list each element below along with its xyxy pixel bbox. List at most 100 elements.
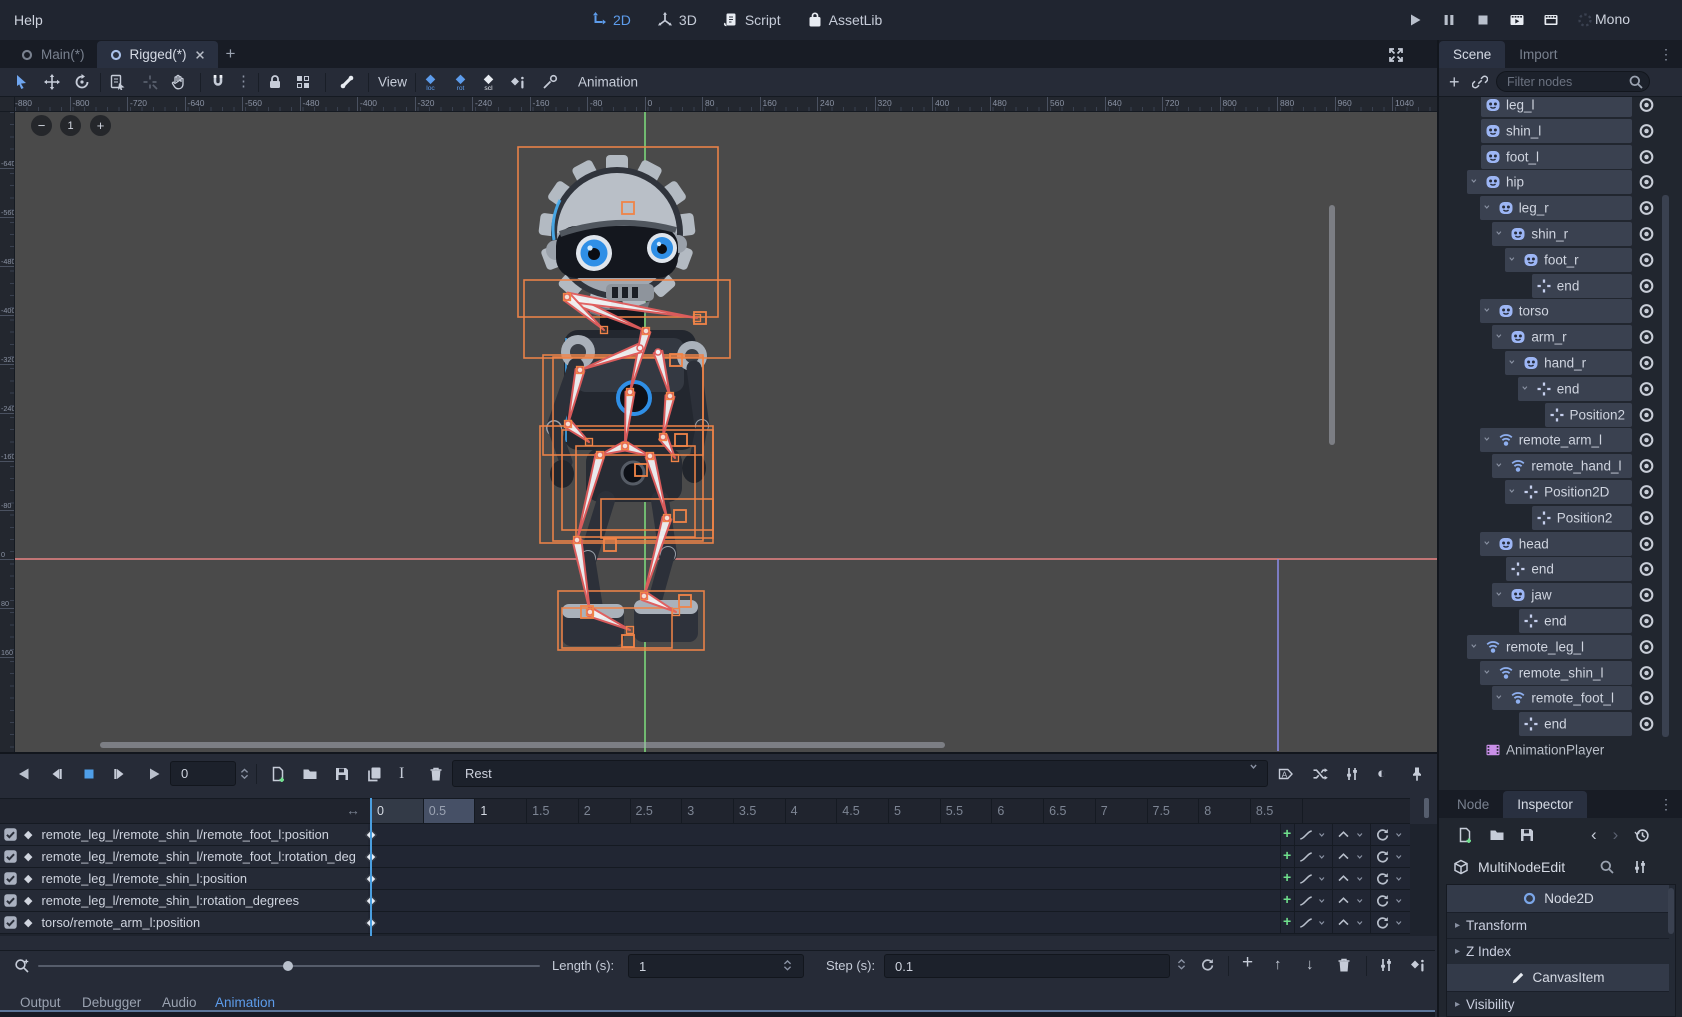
tree-collapse-icon[interactable] bbox=[1496, 461, 1506, 471]
tree-node-row[interactable]: Position2 bbox=[1439, 402, 1682, 428]
visibility-eye-icon[interactable] bbox=[1638, 278, 1655, 295]
track-timeline-cell[interactable] bbox=[368, 890, 1410, 911]
tree-collapse-icon[interactable] bbox=[1496, 332, 1506, 342]
tree-collapse-icon[interactable] bbox=[1483, 539, 1493, 549]
tree-collapse-icon[interactable] bbox=[1483, 435, 1493, 445]
animation-track-row[interactable]: ◆torso/remote_arm_l:position+ bbox=[0, 912, 1410, 934]
chevron-down-icon[interactable] bbox=[1395, 831, 1405, 841]
instance-scene-icon[interactable] bbox=[1472, 74, 1488, 90]
canvas-hscrollbar[interactable] bbox=[100, 742, 945, 748]
add-track-icon[interactable]: + bbox=[1242, 952, 1253, 974]
lock-object-icon[interactable] bbox=[267, 74, 283, 90]
bottom-tab-animation[interactable]: Animation bbox=[215, 992, 275, 1012]
add-key-icon[interactable]: + bbox=[1283, 847, 1291, 863]
play-backwards-icon[interactable] bbox=[16, 766, 32, 782]
chevron-down-icon[interactable] bbox=[1356, 919, 1366, 929]
tree-collapse-icon[interactable] bbox=[1496, 229, 1506, 239]
track-enabled-checkbox[interactable] bbox=[3, 893, 17, 907]
edit-transitions-icon[interactable] bbox=[1312, 766, 1328, 782]
remove-track-icon[interactable] bbox=[1336, 957, 1352, 973]
history-back-icon[interactable]: ‹ bbox=[1591, 825, 1597, 845]
step-field[interactable]: 0.1 bbox=[884, 954, 1170, 978]
new-resource-icon[interactable] bbox=[1457, 827, 1473, 843]
track-name-cell[interactable]: ◆torso/remote_arm_l:position bbox=[0, 912, 368, 933]
chevron-down-icon[interactable] bbox=[1356, 897, 1366, 907]
anim-vscrollbar[interactable] bbox=[1424, 798, 1429, 818]
play-scene-button[interactable] bbox=[1509, 12, 1525, 28]
timeline-header[interactable]: ↔00.511.522.533.544.555.566.577.588.5 bbox=[0, 798, 1410, 824]
inspector-search-icon[interactable] bbox=[1599, 859, 1615, 875]
distraction-free-icon[interactable] bbox=[1388, 47, 1404, 63]
visibility-eye-icon[interactable] bbox=[1638, 123, 1655, 140]
save-animation-icon[interactable] bbox=[334, 766, 350, 782]
track-timeline-cell[interactable] bbox=[368, 868, 1410, 889]
visibility-eye-icon[interactable] bbox=[1638, 639, 1655, 656]
tree-node-row[interactable]: remote_hand_l bbox=[1439, 453, 1682, 479]
loop-wrap-icon[interactable] bbox=[1375, 849, 1390, 864]
track-enabled-checkbox[interactable] bbox=[3, 827, 17, 841]
length-field[interactable]: 1 bbox=[628, 954, 804, 978]
interp-mode-icon[interactable] bbox=[1337, 828, 1350, 841]
tree-node-row[interactable]: foot_r bbox=[1439, 247, 1682, 273]
visibility-eye-icon[interactable] bbox=[1638, 200, 1655, 217]
previous-frame-icon[interactable] bbox=[48, 766, 64, 782]
tree-node-row[interactable]: foot_l bbox=[1439, 144, 1682, 170]
visibility-eye-icon[interactable] bbox=[1638, 407, 1655, 424]
tree-node-row[interactable]: remote_leg_l bbox=[1439, 634, 1682, 660]
snap-toggle-icon[interactable] bbox=[210, 74, 226, 90]
visibility-eye-icon[interactable] bbox=[1638, 381, 1655, 398]
add-key-icon[interactable]: + bbox=[1283, 825, 1291, 841]
track-tools-icon[interactable] bbox=[1378, 957, 1394, 973]
visibility-eye-icon[interactable] bbox=[1638, 303, 1655, 320]
update-mode-icon[interactable] bbox=[1299, 828, 1313, 842]
animation-track-row[interactable]: ◆remote_leg_l/remote_shin_l/remote_foot_… bbox=[0, 824, 1410, 846]
zoom-out-button[interactable]: − bbox=[31, 115, 52, 136]
scene-tab-rigged[interactable]: Rigged(*) bbox=[97, 41, 218, 68]
interp-mode-icon[interactable] bbox=[1337, 894, 1350, 907]
visibility-eye-icon[interactable] bbox=[1638, 149, 1655, 166]
tree-node-row[interactable]: Position2 bbox=[1439, 505, 1682, 531]
loop-wrap-icon[interactable] bbox=[1375, 827, 1390, 842]
tree-node-row[interactable]: end bbox=[1439, 556, 1682, 582]
group-object-icon[interactable] bbox=[295, 74, 311, 90]
tree-collapse-icon[interactable] bbox=[1483, 668, 1493, 678]
step-spinner-icon[interactable] bbox=[1175, 958, 1188, 971]
chevron-down-icon[interactable] bbox=[1395, 875, 1405, 885]
history-forward-icon[interactable]: › bbox=[1613, 825, 1619, 845]
chevron-down-icon[interactable] bbox=[1356, 853, 1366, 863]
visibility-eye-icon[interactable] bbox=[1638, 226, 1655, 243]
pan-tool-icon[interactable] bbox=[170, 74, 186, 90]
track-name-cell[interactable]: ◆remote_leg_l/remote_shin_l/remote_foot_… bbox=[0, 846, 368, 867]
play-button[interactable] bbox=[1407, 12, 1423, 28]
filter-nodes-input[interactable] bbox=[1496, 71, 1650, 92]
tree-node-row[interactable]: jaw bbox=[1439, 582, 1682, 608]
tab-scene[interactable]: Scene bbox=[1439, 41, 1505, 68]
tree-node-row[interactable]: shin_r bbox=[1439, 221, 1682, 247]
visibility-eye-icon[interactable] bbox=[1638, 561, 1655, 578]
track-enabled-checkbox[interactable] bbox=[3, 915, 17, 929]
tree-node-row[interactable]: AnimationPlayer bbox=[1439, 737, 1682, 763]
tree-scrollbar[interactable] bbox=[1662, 195, 1669, 737]
chevron-down-icon[interactable] bbox=[1318, 919, 1328, 929]
bottom-tab-output[interactable]: Output bbox=[20, 992, 61, 1012]
close-icon[interactable] bbox=[194, 49, 206, 61]
tree-collapse-icon[interactable] bbox=[1521, 384, 1531, 394]
select-tool-icon[interactable] bbox=[14, 74, 30, 90]
tree-node-row[interactable]: arm_r bbox=[1439, 324, 1682, 350]
edit-history-icon[interactable] bbox=[1634, 827, 1650, 843]
zoom-reset-button[interactable]: 1 bbox=[60, 115, 81, 136]
add-key-icon[interactable]: + bbox=[1283, 869, 1291, 885]
track-timeline-cell[interactable] bbox=[368, 846, 1410, 867]
tree-collapse-icon[interactable] bbox=[1508, 358, 1518, 368]
timeline-playhead[interactable] bbox=[370, 798, 372, 936]
track-timeline-cell[interactable] bbox=[368, 912, 1410, 933]
tree-collapse-icon[interactable] bbox=[1508, 487, 1518, 497]
workspace-assetlib-button[interactable]: AssetLib bbox=[807, 12, 883, 28]
interp-mode-icon[interactable] bbox=[1337, 872, 1350, 885]
tree-node-row[interactable]: end bbox=[1439, 273, 1682, 299]
visibility-eye-icon[interactable] bbox=[1638, 252, 1655, 269]
stop-button[interactable] bbox=[1475, 12, 1491, 28]
anim-stop-icon[interactable] bbox=[81, 766, 97, 782]
tree-collapse-icon[interactable] bbox=[1470, 177, 1480, 187]
canvas-vscrollbar[interactable] bbox=[1329, 205, 1335, 445]
